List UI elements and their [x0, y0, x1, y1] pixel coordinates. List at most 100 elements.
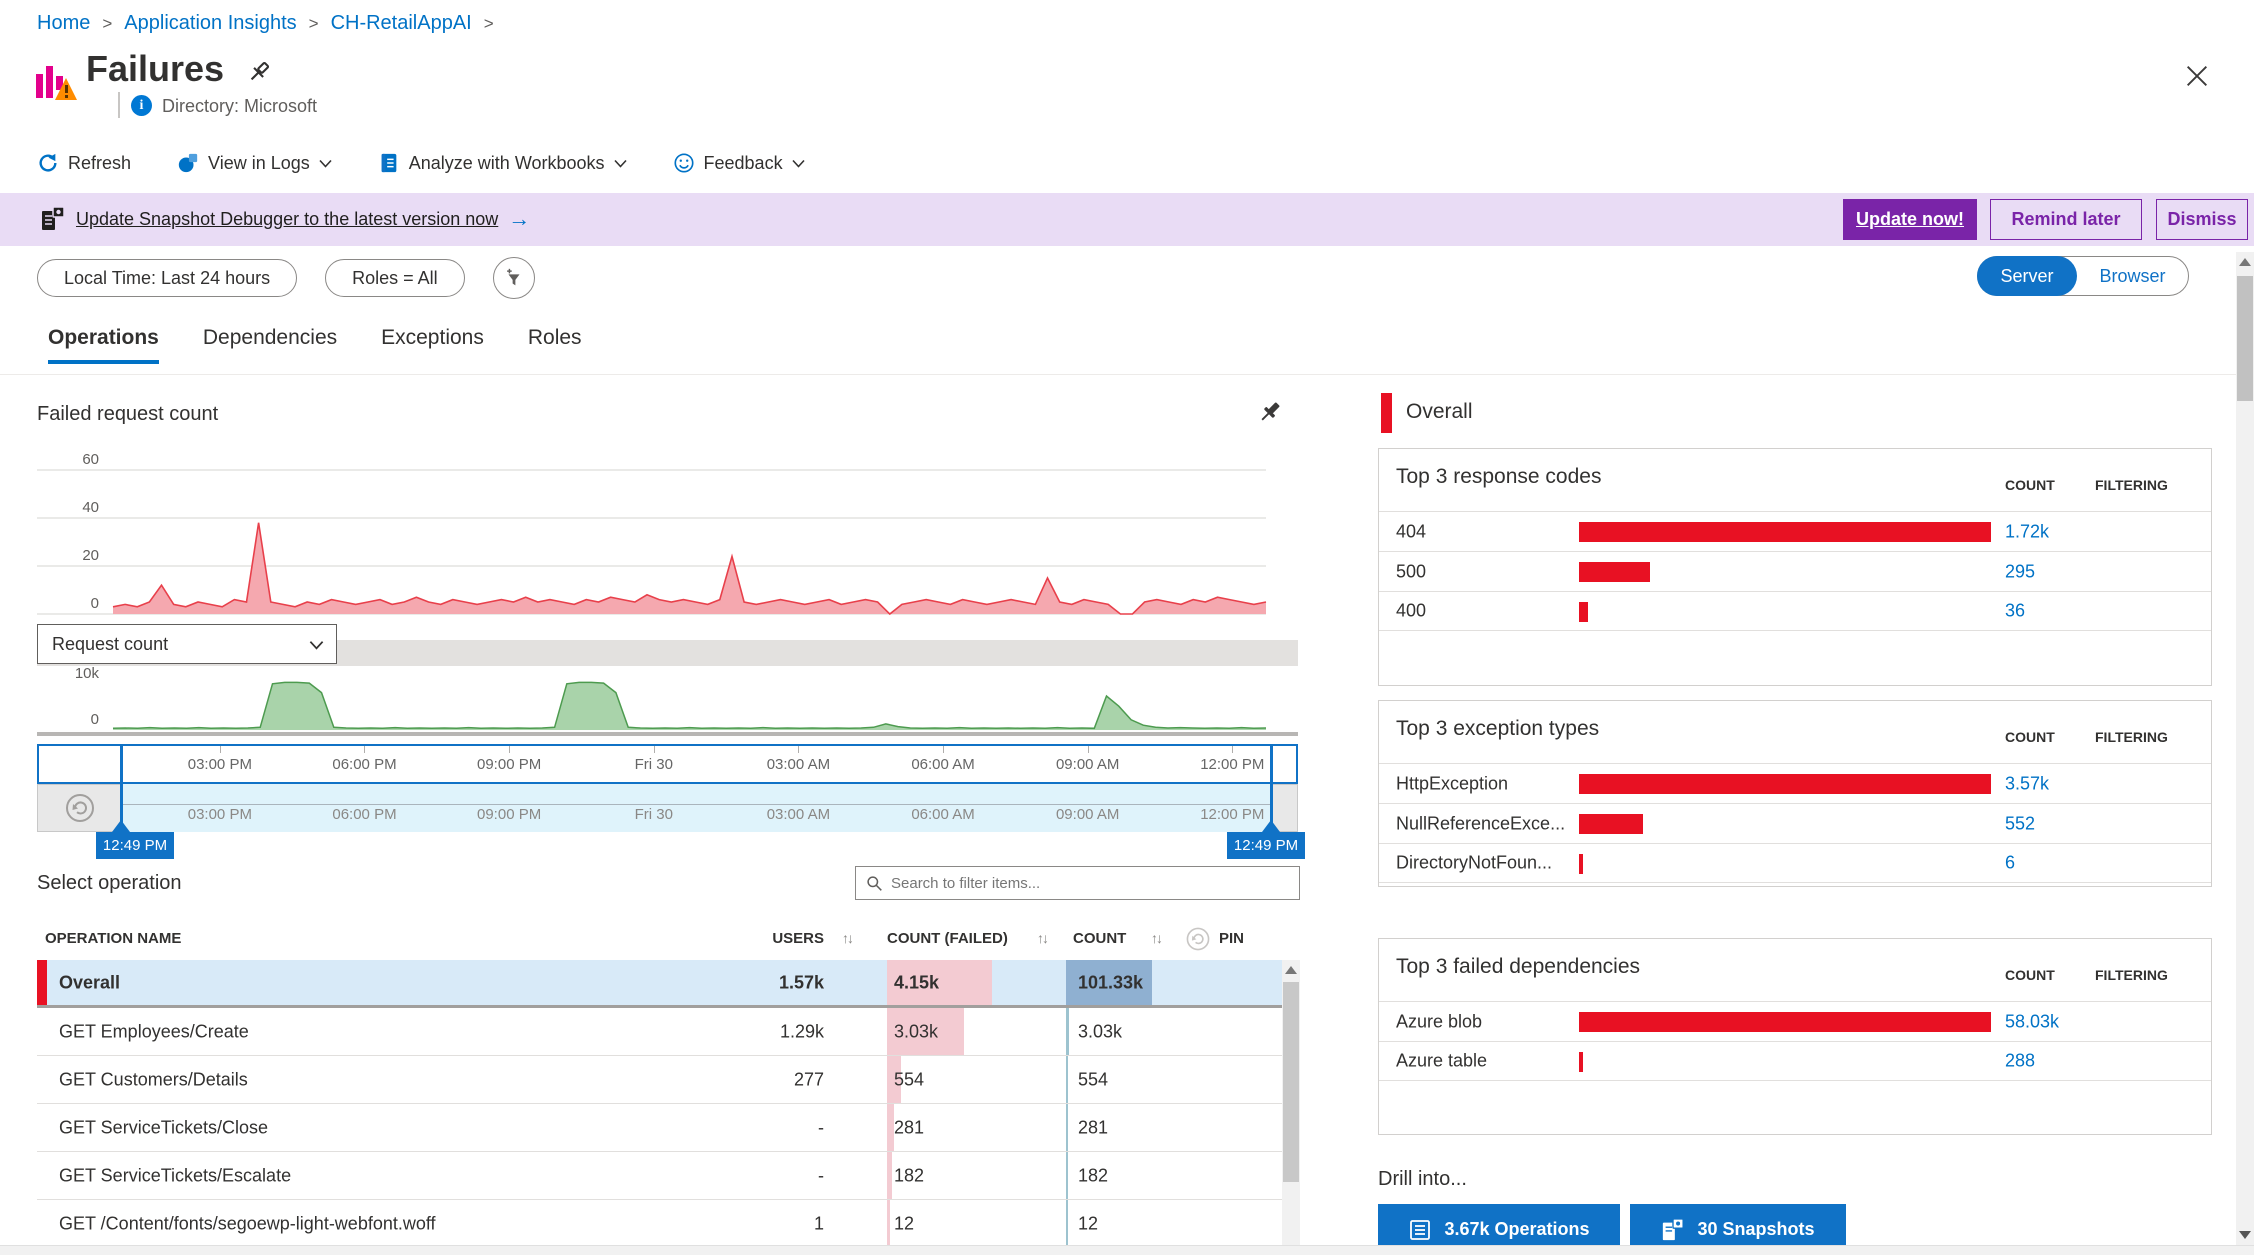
brush-end-handle[interactable]	[1270, 744, 1273, 832]
scroll-up-icon[interactable]	[1285, 966, 1297, 974]
operation-failed-count: 281	[894, 1117, 924, 1138]
tab-exceptions[interactable]: Exceptions	[381, 326, 484, 364]
axis-tick	[943, 746, 944, 753]
funnel-plus-icon	[503, 267, 525, 289]
scroll-down-icon[interactable]	[2239, 1231, 2251, 1239]
breadcrumb-separator-icon: >	[309, 14, 319, 34]
failures-page: Home > Application Insights > CH-RetailA…	[0, 0, 2254, 1255]
breadcrumb-application-insights[interactable]: Application Insights	[124, 12, 296, 35]
sort-count-failed-icon[interactable]: ↑↓	[1037, 930, 1047, 946]
operations-rows: Overall 1.57k 4.15k 101.33k GET Employee…	[37, 960, 1300, 1248]
item-count-link[interactable]: 3.57k	[2005, 773, 2049, 794]
list-item[interactable]: Azure blob 58.03k	[1379, 1001, 2211, 1041]
operation-failed-cell: 4.15k	[887, 960, 992, 1005]
scroll-up-icon[interactable]	[2239, 258, 2251, 266]
item-bar	[1579, 522, 1991, 542]
table-row[interactable]: GET Customers/Details 277 554 554	[37, 1056, 1300, 1104]
operations-table: OPERATION NAME USERS ↑↓ COUNT (FAILED) ↑…	[37, 918, 1300, 1248]
item-count-link[interactable]: 36	[2005, 601, 2025, 622]
axis-tick-label: 09:00 AM	[1056, 806, 1119, 823]
item-bar	[1579, 562, 1650, 582]
axis-tick	[364, 746, 365, 753]
list-item[interactable]: DirectoryNotFoun... 6	[1379, 843, 2211, 883]
item-count-link[interactable]: 58.03k	[2005, 1011, 2059, 1032]
operation-users: 1.57k	[657, 972, 824, 993]
table-row[interactable]: GET ServiceTickets/Escalate - 182 182	[37, 1152, 1300, 1200]
remind-later-button[interactable]: Remind later	[1990, 199, 2142, 240]
update-now-button[interactable]: Update now!	[1843, 199, 1977, 240]
list-item[interactable]: NullReferenceExce... 552	[1379, 803, 2211, 843]
failed-heat-bar	[887, 1200, 890, 1247]
chevron-down-icon	[319, 159, 332, 168]
list-item[interactable]: 500 295	[1379, 551, 2211, 591]
feedback-button[interactable]: Feedback	[673, 152, 805, 174]
page-title: Failures	[86, 48, 224, 90]
operation-count-cell: 281	[1066, 1104, 1152, 1151]
sort-users-icon[interactable]: ↑↓	[842, 930, 852, 946]
operation-name: GET /Content/fonts/segoewp-light-webfont…	[59, 1213, 436, 1234]
analyze-with-workbooks-button[interactable]: Analyze with Workbooks	[378, 152, 627, 174]
failed-request-count-title: Failed request count	[37, 403, 218, 426]
update-snapshot-debugger-link[interactable]: Update Snapshot Debugger to the latest v…	[76, 209, 498, 230]
col-count: COUNT	[1073, 930, 1126, 947]
operation-failed-count: 182	[894, 1165, 924, 1186]
info-icon: i	[131, 95, 152, 116]
view-in-logs-button[interactable]: View in Logs	[177, 152, 332, 174]
item-count-link[interactable]: 1.72k	[2005, 521, 2049, 542]
list-item[interactable]: 404 1.72k	[1379, 511, 2211, 551]
axis-tick-label: 12:00 PM	[1200, 806, 1264, 823]
axis-tick-label: 03:00 PM	[188, 756, 252, 773]
server-toggle-button[interactable]: Server	[1977, 256, 2077, 296]
tab-roles[interactable]: Roles	[528, 326, 582, 364]
browser-toggle-button[interactable]: Browser	[2077, 266, 2188, 287]
list-item[interactable]: HttpException 3.57k	[1379, 763, 2211, 803]
table-scrollbar-thumb[interactable]	[1283, 982, 1299, 1182]
refresh-label: Refresh	[68, 153, 131, 174]
page-scrollbar[interactable]	[2236, 252, 2254, 1245]
item-count-link[interactable]: 6	[2005, 853, 2015, 874]
search-input[interactable]	[891, 875, 1289, 892]
close-icon[interactable]	[2183, 62, 2211, 90]
refresh-button[interactable]: Refresh	[37, 152, 131, 174]
item-bar	[1579, 1012, 1991, 1032]
item-count-link[interactable]: 288	[2005, 1051, 2035, 1072]
table-row[interactable]: GET Employees/Create 1.29k 3.03k 3.03k	[37, 1008, 1300, 1056]
item-count-link[interactable]: 552	[2005, 813, 2035, 834]
axis-tick	[509, 746, 510, 753]
horizontal-scrollbar[interactable]	[0, 1245, 2254, 1255]
svg-text:40: 40	[82, 499, 99, 516]
brush-start-handle[interactable]	[120, 744, 123, 832]
axis-tick-label: 03:00 PM	[188, 806, 252, 823]
list-item[interactable]: 400 36	[1379, 591, 2211, 631]
dismiss-button[interactable]: Dismiss	[2156, 199, 2248, 240]
axis-tick-label: 09:00 AM	[1056, 756, 1119, 773]
view-in-logs-label: View in Logs	[208, 153, 310, 174]
breadcrumb-resource[interactable]: CH-RetailAppAI	[331, 12, 472, 35]
breadcrumb-home[interactable]: Home	[37, 12, 90, 35]
filter-bar: Local Time: Last 24 hours Roles = All	[37, 257, 535, 299]
pin-chart-icon[interactable]	[1256, 398, 1284, 426]
add-filter-button[interactable]	[493, 257, 535, 299]
item-count-link[interactable]: 295	[2005, 561, 2035, 582]
table-row[interactable]: GET /Content/fonts/segoewp-light-webfont…	[37, 1200, 1300, 1248]
tab-operations[interactable]: Operations	[48, 326, 159, 364]
item-bar-track	[1579, 1012, 1991, 1032]
table-row[interactable]: GET ServiceTickets/Close - 281 281	[37, 1104, 1300, 1152]
metric-dropdown[interactable]: Request count	[37, 624, 337, 664]
time-range-pill[interactable]: Local Time: Last 24 hours	[37, 259, 297, 297]
reset-pin-icon[interactable]	[1185, 926, 1211, 956]
scope-toggle: Server Browser	[1977, 256, 2189, 296]
roles-filter-pill[interactable]: Roles = All	[325, 259, 465, 297]
axis-tick-label: 09:00 PM	[477, 756, 541, 773]
axis-tick-label: 06:00 PM	[332, 756, 396, 773]
list-item[interactable]: Azure table 288	[1379, 1041, 2211, 1081]
axis-tick-label: 06:00 AM	[911, 806, 974, 823]
sort-count-icon[interactable]: ↑↓	[1151, 930, 1161, 946]
page-scrollbar-thumb[interactable]	[2237, 276, 2253, 401]
tab-dependencies[interactable]: Dependencies	[203, 326, 337, 364]
brush-start-marker-icon[interactable]	[112, 820, 130, 832]
table-scrollbar[interactable]	[1282, 960, 1300, 1248]
brush-end-marker-icon[interactable]	[1262, 820, 1280, 832]
table-row[interactable]: Overall 1.57k 4.15k 101.33k	[37, 960, 1300, 1008]
pin-blade-icon[interactable]	[245, 58, 273, 86]
